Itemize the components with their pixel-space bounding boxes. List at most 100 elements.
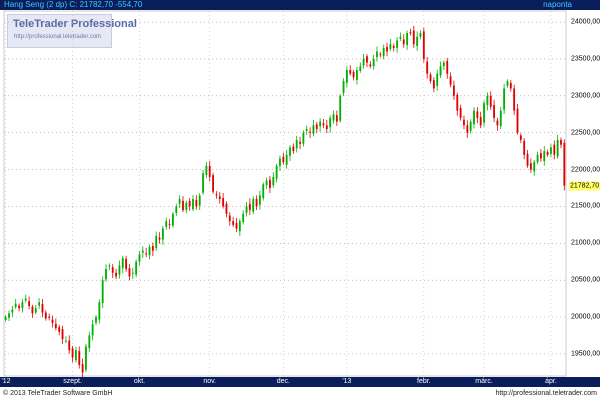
candle-body[interactable]	[272, 176, 275, 186]
candle-body[interactable]	[503, 88, 506, 110]
candle-body[interactable]	[285, 154, 288, 165]
candle-body[interactable]	[449, 76, 452, 85]
candle-body[interactable]	[91, 324, 94, 336]
candle-body[interactable]	[121, 258, 124, 269]
candle-body[interactable]	[312, 125, 315, 134]
candle-body[interactable]	[359, 66, 362, 71]
candle-body[interactable]	[560, 140, 562, 145]
candle-body[interactable]	[208, 165, 211, 177]
candle-body[interactable]	[14, 303, 17, 307]
candle-body[interactable]	[71, 348, 74, 358]
candle-body[interactable]	[429, 74, 432, 82]
price-chart[interactable]	[0, 0, 600, 400]
candle-body[interactable]	[125, 258, 128, 270]
candle-body[interactable]	[376, 51, 378, 58]
candle-body[interactable]	[469, 121, 472, 131]
candle-body[interactable]	[192, 199, 194, 210]
candle-body[interactable]	[432, 80, 435, 89]
candle-body[interactable]	[158, 237, 161, 240]
candle-body[interactable]	[61, 329, 64, 340]
candle-body[interactable]	[305, 128, 308, 131]
candle-body[interactable]	[550, 147, 552, 154]
candle-body[interactable]	[466, 125, 469, 133]
candle-body[interactable]	[442, 62, 445, 67]
candle-body[interactable]	[248, 203, 251, 211]
candle-body[interactable]	[21, 302, 24, 309]
candle-body[interactable]	[202, 173, 204, 193]
candle-body[interactable]	[539, 153, 542, 159]
candle-body[interactable]	[28, 301, 31, 306]
candle-body[interactable]	[265, 180, 268, 186]
candle-body[interactable]	[345, 69, 348, 83]
candle-body[interactable]	[258, 195, 261, 205]
candle-body[interactable]	[85, 346, 87, 370]
candle-body[interactable]	[486, 95, 489, 105]
candle-body[interactable]	[118, 265, 121, 275]
candle-body[interactable]	[24, 298, 27, 301]
candle-body[interactable]	[342, 81, 345, 94]
candle-body[interactable]	[98, 302, 101, 320]
candle-body[interactable]	[526, 153, 529, 166]
candle-body[interactable]	[399, 36, 402, 39]
candle-body[interactable]	[41, 304, 44, 313]
candle-body[interactable]	[128, 268, 131, 277]
candle-body[interactable]	[479, 117, 482, 126]
candle-body[interactable]	[489, 95, 492, 107]
candle-body[interactable]	[369, 64, 372, 67]
candle-body[interactable]	[402, 39, 405, 45]
candle-body[interactable]	[269, 179, 271, 188]
candle-body[interactable]	[138, 254, 141, 262]
candle-body[interactable]	[185, 202, 188, 211]
candle-body[interactable]	[245, 206, 248, 213]
candle-body[interactable]	[493, 105, 495, 118]
candle-body[interactable]	[382, 47, 385, 57]
candle-body[interactable]	[31, 306, 34, 314]
candle-body[interactable]	[252, 199, 255, 212]
candle-body[interactable]	[476, 111, 479, 118]
candle-body[interactable]	[275, 165, 278, 179]
candle-body[interactable]	[412, 30, 415, 45]
candle-body[interactable]	[453, 85, 455, 96]
candle-body[interactable]	[4, 317, 7, 320]
candle-body[interactable]	[319, 121, 322, 127]
candle-body[interactable]	[386, 46, 388, 52]
candle-body[interactable]	[228, 215, 231, 222]
candle-body[interactable]	[135, 261, 138, 275]
candle-body[interactable]	[519, 135, 522, 141]
candle-body[interactable]	[366, 56, 368, 63]
candle-body[interactable]	[218, 196, 221, 200]
candle-body[interactable]	[225, 203, 228, 214]
candle-body[interactable]	[262, 184, 265, 198]
candle-body[interactable]	[88, 335, 91, 349]
candle-body[interactable]	[439, 66, 442, 76]
candle-body[interactable]	[396, 40, 398, 48]
candle-body[interactable]	[546, 151, 549, 155]
candle-body[interactable]	[315, 124, 318, 129]
candle-body[interactable]	[335, 115, 338, 122]
candle-body[interactable]	[422, 31, 425, 59]
candle-body[interactable]	[543, 151, 546, 162]
candle-body[interactable]	[279, 158, 281, 166]
candle-body[interactable]	[362, 58, 365, 66]
candle-body[interactable]	[175, 206, 178, 213]
candle-body[interactable]	[299, 141, 301, 144]
candle-body[interactable]	[292, 146, 295, 152]
candle-body[interactable]	[198, 195, 201, 206]
candle-body[interactable]	[172, 213, 174, 226]
candle-body[interactable]	[81, 364, 84, 373]
candle-body[interactable]	[34, 308, 37, 313]
candle-body[interactable]	[329, 117, 332, 128]
candle-body[interactable]	[48, 316, 51, 318]
candle-body[interactable]	[151, 246, 154, 251]
candle-body[interactable]	[8, 313, 10, 318]
candle-body[interactable]	[459, 107, 462, 118]
candle-body[interactable]	[58, 327, 61, 332]
candle-body[interactable]	[426, 61, 429, 74]
candle-body[interactable]	[516, 108, 519, 133]
candle-body[interactable]	[54, 323, 57, 329]
candle-body[interactable]	[536, 154, 539, 163]
candle-body[interactable]	[325, 125, 328, 129]
candle-body[interactable]	[205, 165, 208, 175]
candle-body[interactable]	[529, 163, 532, 170]
candle-body[interactable]	[188, 200, 191, 207]
